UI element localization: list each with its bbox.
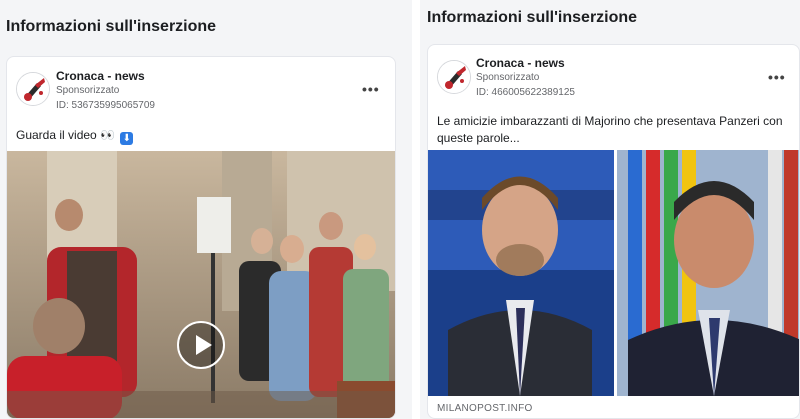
ad-video[interactable] [7,151,395,418]
logo-icon [438,61,470,93]
screenshot-root: Informazioni sull'inserzione Cronaca - n… [0,0,800,419]
page-avatar[interactable] [16,72,50,106]
ad-body-text: Le amicizie imbarazzanti di Majorino che… [437,114,783,145]
ad-id: ID: 466005622389125 [476,87,575,98]
more-options-icon[interactable]: ••• [362,81,380,97]
video-frame [7,151,395,418]
play-icon [196,335,212,355]
left-panel: Informazioni sull'inserzione Cronaca - n… [0,0,412,419]
link-domain[interactable]: MILANOPOST.INFO [437,403,533,414]
page-name[interactable]: Cronaca - news [56,69,145,83]
ad-body-text-content: Guarda il video 👀 [16,128,115,142]
section-title: Informazioni sull'inserzione [427,9,638,26]
right-panel: Informazioni sull'inserzione Cronaca - n… [420,0,800,419]
ad-image-graphic [428,150,799,396]
ad-id: ID: 536735995065709 [56,100,155,111]
panel-divider [412,0,420,419]
ad-card: Cronaca - news Sponsorizzato ID: 4660056… [427,44,800,419]
ad-image[interactable] [428,150,799,396]
ad-card: Cronaca - news Sponsorizzato ID: 5367359… [6,56,396,419]
more-options-icon[interactable]: ••• [768,69,786,85]
play-button[interactable] [177,321,225,369]
section-title: Informazioni sull'inserzione [6,18,217,35]
ad-body-text: Guarda il video 👀 ⬇ [16,127,134,145]
logo-icon [17,73,49,105]
arrow-down-icon: ⬇ [120,132,134,145]
page-avatar[interactable] [437,60,471,94]
sponsored-label: Sponsorizzato [56,85,120,96]
sponsored-label: Sponsorizzato [476,72,540,83]
page-name[interactable]: Cronaca - news [476,56,565,70]
